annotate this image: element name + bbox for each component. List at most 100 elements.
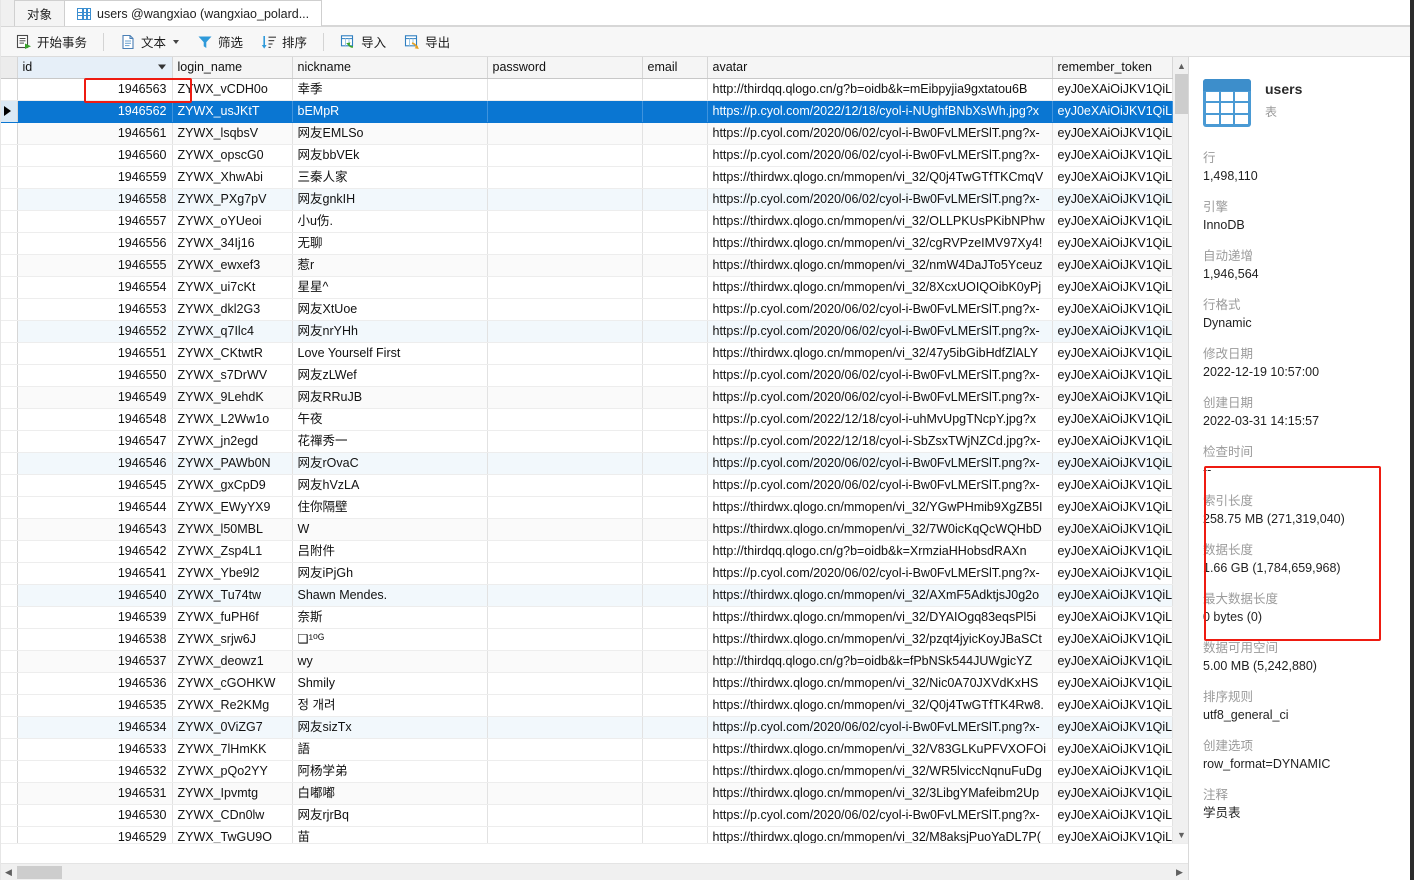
cell-id[interactable]: 1946561 [17, 122, 173, 145]
begin-transaction-button[interactable]: 开始事务 [8, 30, 95, 54]
vertical-scroll-thumb[interactable] [1175, 74, 1188, 114]
cell-avatar[interactable]: http://thirdqq.qlogo.cn/g?b=oidb&k=Xrmzi… [707, 540, 1053, 563]
cell-password[interactable] [487, 628, 643, 651]
cell-nickname[interactable]: Shmily [292, 672, 488, 695]
cell-remember-token[interactable]: eyJ0eXAiOiJKV1QiLCJh [1052, 232, 1173, 255]
cell-login-name[interactable]: ZYWX_ui7cKt [172, 276, 293, 299]
cell-nickname[interactable]: 网友EMLSo [292, 122, 488, 145]
cell-nickname[interactable]: 网友rOvaC [292, 452, 488, 475]
cell-avatar[interactable]: https://thirdwx.qlogo.cn/mmopen/vi_32/3L… [707, 782, 1053, 805]
table-row[interactable]: 1946533 ZYWX_7lHmKK 語 https://thirdwx.qlogo… [0, 738, 1173, 761]
cell-remember-token[interactable]: eyJ0eXAiOiJKV1QiLCJh [1052, 474, 1173, 497]
cell-avatar[interactable]: https://thirdwx.qlogo.cn/mmopen/vi_32/8X… [707, 276, 1053, 299]
cell-password[interactable] [487, 650, 643, 673]
cell-password[interactable] [487, 496, 643, 519]
cell-email[interactable] [642, 100, 708, 123]
cell-login-name[interactable]: ZYWX_ewxef3 [172, 254, 293, 277]
cell-password[interactable] [487, 210, 643, 233]
cell-password[interactable] [487, 474, 643, 497]
row-gutter[interactable] [0, 782, 18, 805]
cell-id[interactable]: 1946545 [17, 474, 173, 497]
cell-avatar[interactable]: https://p.cyol.com/2020/06/02/cyol-i-Bw0… [707, 562, 1053, 585]
table-row[interactable]: 1946551 ZYWX_CKtwtR Love Yourself First htt… [0, 342, 1173, 365]
cell-avatar[interactable]: https://p.cyol.com/2020/06/02/cyol-i-Bw0… [707, 122, 1053, 145]
chevron-down-icon[interactable] [173, 39, 180, 44]
cell-password[interactable] [487, 738, 643, 761]
cell-email[interactable] [642, 144, 708, 167]
cell-nickname[interactable]: wy [292, 650, 488, 673]
row-gutter[interactable] [0, 342, 18, 365]
row-gutter[interactable] [0, 562, 18, 585]
cell-nickname[interactable]: 网友XtUoe [292, 298, 488, 321]
cell-login-name[interactable]: ZYWX_Zsp4L1 [172, 540, 293, 563]
cell-nickname[interactable]: 語 [292, 738, 488, 761]
table-row[interactable]: 1946548 ZYWX_L2Ww1o 午夜 https://p.cyol.com/2… [0, 408, 1173, 431]
cell-avatar[interactable]: https://thirdwx.qlogo.cn/mmopen/vi_32/WR… [707, 760, 1053, 783]
cell-avatar[interactable]: https://thirdwx.qlogo.cn/mmopen/vi_32/OL… [707, 210, 1053, 233]
cell-id[interactable]: 1946529 [17, 826, 173, 843]
cell-nickname[interactable]: 三秦人家 [292, 166, 488, 189]
cell-login-name[interactable]: ZYWX_PAWb0N [172, 452, 293, 475]
row-gutter[interactable] [0, 672, 18, 695]
cell-password[interactable] [487, 584, 643, 607]
cell-nickname[interactable]: 无聊 [292, 232, 488, 255]
table-row[interactable]: 1946562 ZYWX_usJKtT bEMpR https://p.cyol.co… [0, 100, 1173, 123]
cell-avatar[interactable]: https://thirdwx.qlogo.cn/mmopen/vi_32/nm… [707, 254, 1053, 277]
table-row[interactable]: 1946561 ZYWX_lsqbsV 网友EMLSo https://p.cyol.… [0, 122, 1173, 145]
row-gutter[interactable] [0, 100, 18, 123]
cell-password[interactable] [487, 672, 643, 695]
cell-login-name[interactable]: ZYWX_L2Ww1o [172, 408, 293, 431]
cell-remember-token[interactable]: eyJ0eXAiOiJKV1QiLCJh [1052, 804, 1173, 827]
cell-remember-token[interactable]: eyJ0eXAiOiJKV1QiLCJh [1052, 144, 1173, 167]
table-row[interactable]: 1946545 ZYWX_gxCpD9 网友hVzLA https://p.cyol.… [0, 474, 1173, 497]
cell-remember-token[interactable]: eyJ0eXAiOiJKV1QiLCJh [1052, 716, 1173, 739]
cell-email[interactable] [642, 760, 708, 783]
cell-nickname[interactable]: 幸季 [292, 78, 488, 101]
cell-nickname[interactable]: 网友RRuJB [292, 386, 488, 409]
cell-email[interactable] [642, 782, 708, 805]
cell-login-name[interactable]: ZYWX_jn2egd [172, 430, 293, 453]
row-gutter[interactable] [0, 408, 18, 431]
cell-avatar[interactable]: https://thirdwx.qlogo.cn/mmopen/vi_32/Q0… [707, 166, 1053, 189]
cell-avatar[interactable]: https://thirdwx.qlogo.cn/mmopen/vi_32/V8… [707, 738, 1053, 761]
cell-remember-token[interactable]: eyJ0eXAiOiJKV1QiLCJh [1052, 430, 1173, 453]
row-gutter[interactable] [0, 474, 18, 497]
row-gutter[interactable] [0, 826, 18, 843]
cell-remember-token[interactable]: eyJ0eXAiOiJKV1QiLCJh [1052, 166, 1173, 189]
cell-password[interactable] [487, 562, 643, 585]
row-gutter[interactable] [0, 496, 18, 519]
scroll-up-icon[interactable]: ▲ [1173, 57, 1188, 74]
cell-remember-token[interactable]: eyJ0eXAiOiJKV1QiLCJh [1052, 342, 1173, 365]
cell-remember-token[interactable]: eyJ0eXAiOiJKV1QiLCJh [1052, 672, 1173, 695]
horizontal-scroll-track[interactable] [17, 864, 1171, 880]
cell-avatar[interactable]: https://p.cyol.com/2022/12/18/cyol-i-uhM… [707, 408, 1053, 431]
row-gutter[interactable] [0, 78, 18, 101]
cell-login-name[interactable]: ZYWX_vCDH0o [172, 78, 293, 101]
column-header-email[interactable]: email [642, 57, 708, 79]
cell-avatar[interactable]: https://thirdwx.qlogo.cn/mmopen/vi_32/pz… [707, 628, 1053, 651]
cell-password[interactable] [487, 430, 643, 453]
column-header-login-name[interactable]: login_name [172, 57, 293, 79]
row-gutter[interactable] [0, 650, 18, 673]
cell-nickname[interactable]: ❏¹⁰ᴳ [292, 628, 488, 651]
cell-id[interactable]: 1946530 [17, 804, 173, 827]
cell-login-name[interactable]: ZYWX_XhwAbi [172, 166, 293, 189]
cell-password[interactable] [487, 386, 643, 409]
table-row[interactable]: 1946544 ZYWX_EWyYX9 住你隔壁 https://thirdwx.ql… [0, 496, 1173, 519]
cell-email[interactable] [642, 496, 708, 519]
cell-id[interactable]: 1946559 [17, 166, 173, 189]
cell-id[interactable]: 1946555 [17, 254, 173, 277]
cell-id[interactable]: 1946552 [17, 320, 173, 343]
cell-password[interactable] [487, 452, 643, 475]
grid-horizontal-scrollbar[interactable]: ◀ ▶ [0, 863, 1188, 880]
cell-password[interactable] [487, 826, 643, 843]
cell-id[interactable]: 1946534 [17, 716, 173, 739]
cell-id[interactable]: 1946537 [17, 650, 173, 673]
cell-login-name[interactable]: ZYWX_PXg7pV [172, 188, 293, 211]
cell-id[interactable]: 1946540 [17, 584, 173, 607]
cell-email[interactable] [642, 540, 708, 563]
column-header-password[interactable]: password [487, 57, 643, 79]
cell-remember-token[interactable]: eyJ0eXAiOiJKV1QiLCJh [1052, 826, 1173, 843]
row-gutter[interactable] [0, 804, 18, 827]
cell-remember-token[interactable]: eyJ0eXAiOiJKV1QiLCJh [1052, 320, 1173, 343]
